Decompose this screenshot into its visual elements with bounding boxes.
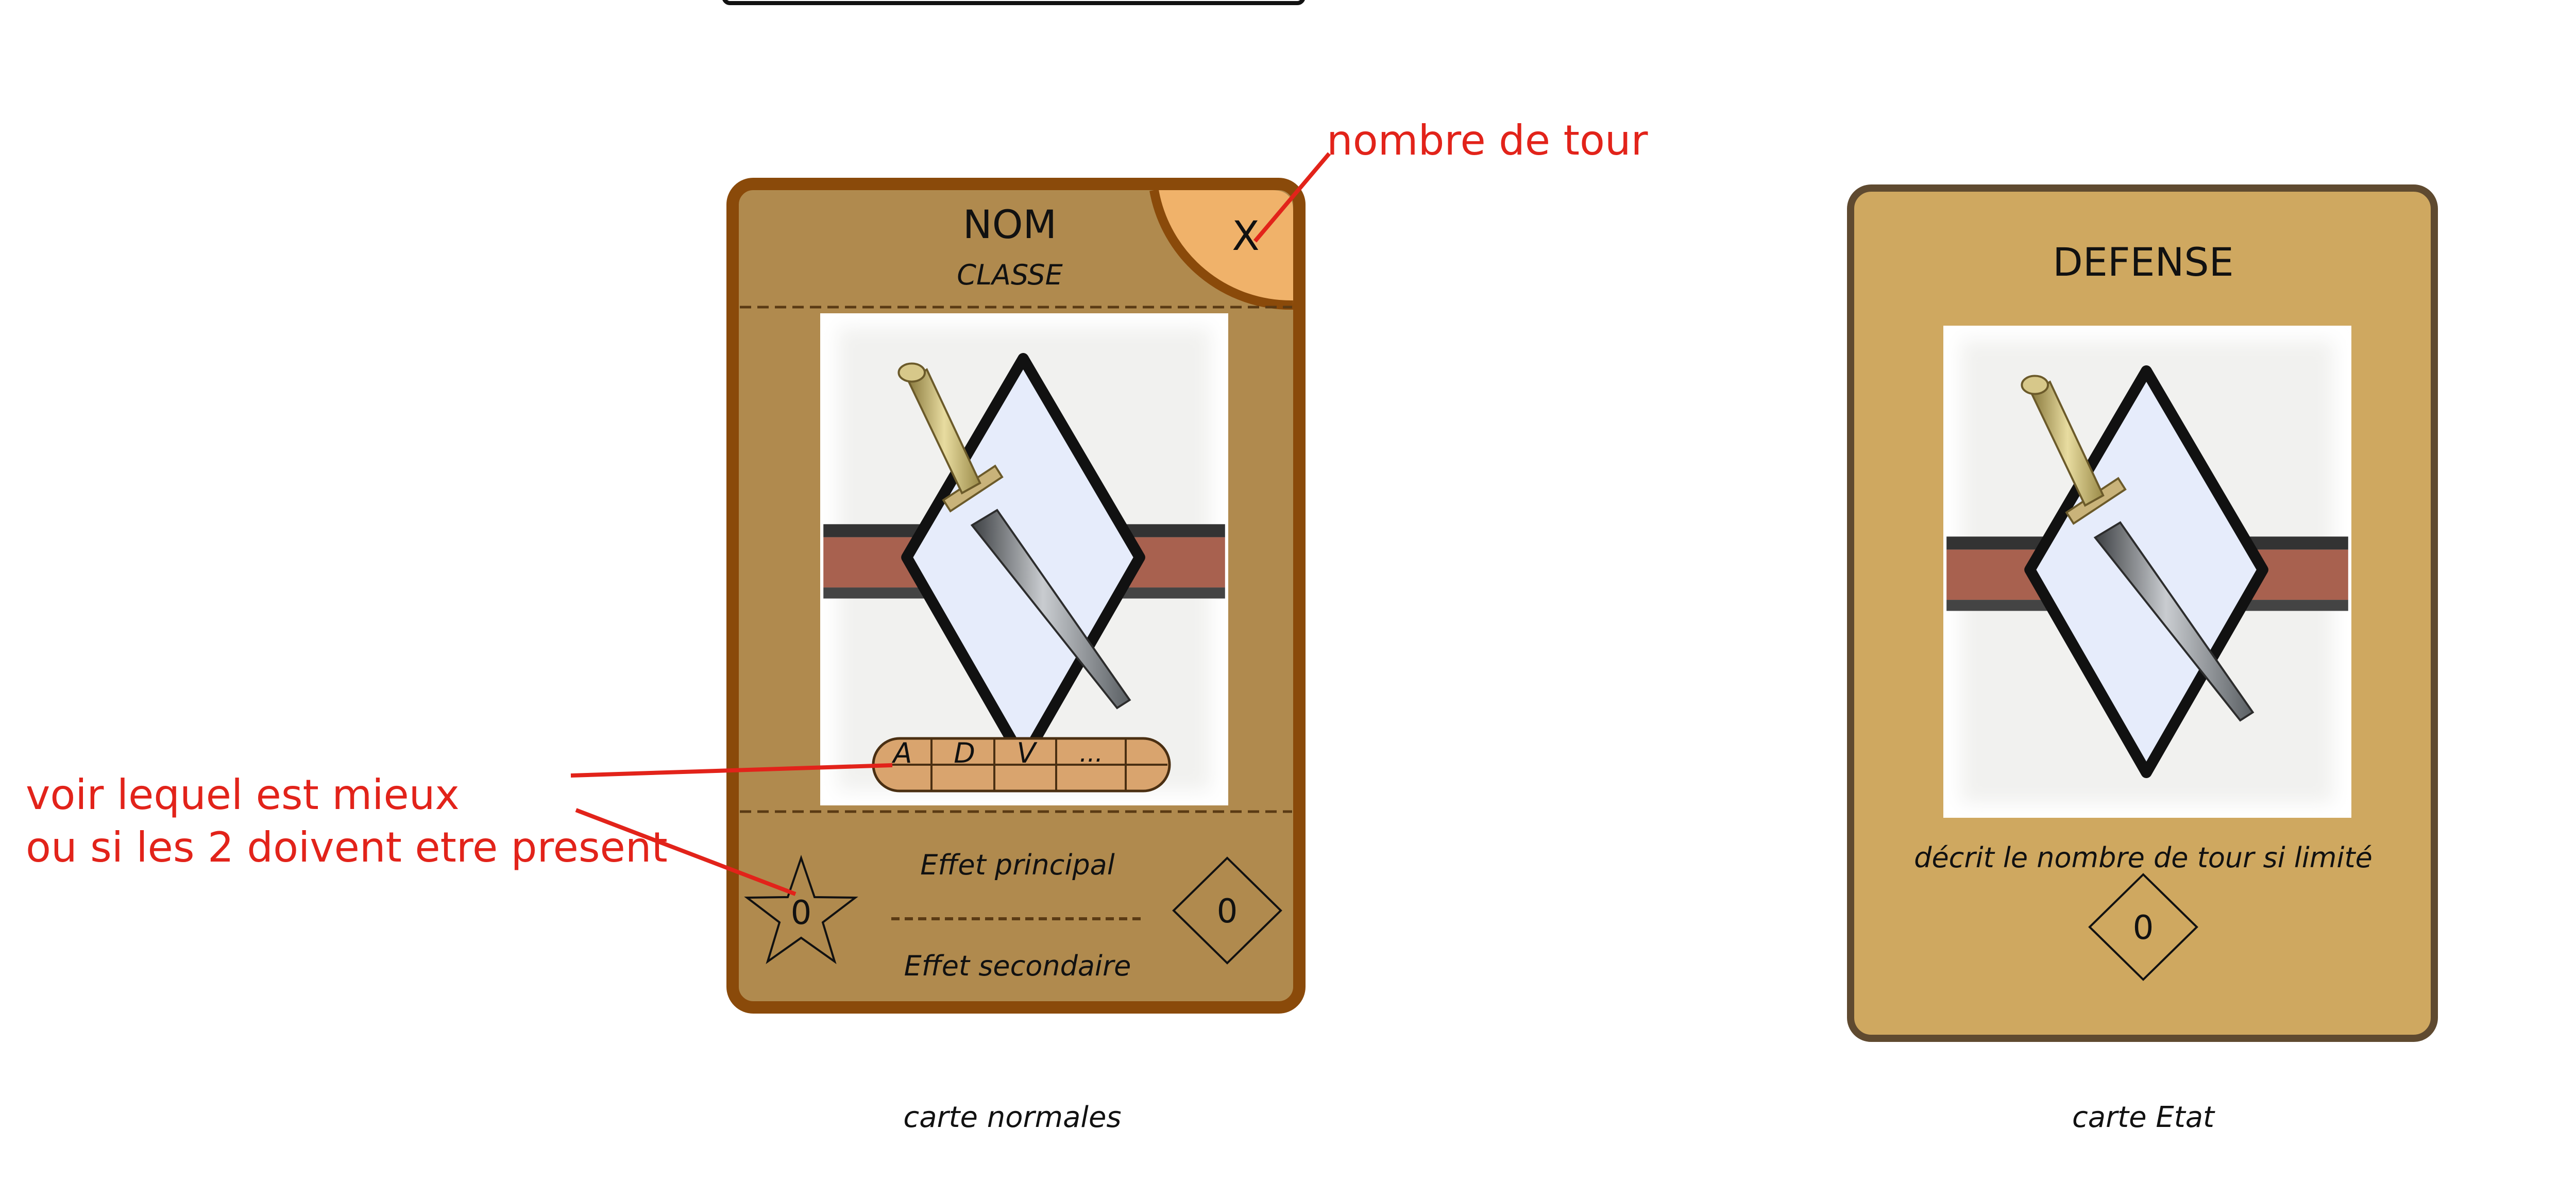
secondary-effect: Effet secondaire: [904, 950, 1131, 982]
stat-label-more: ...: [1079, 739, 1103, 768]
state-card-description: décrit le nombre de tour si limité: [1914, 841, 2372, 874]
state-card-artwork: [1943, 326, 2351, 818]
stat-label-d: D: [954, 737, 975, 769]
state-card: DEFENSE décrit le nombre de tour si limi…: [1847, 184, 2438, 1042]
card-name: NOM: [963, 201, 1057, 247]
stats-bar: A D V ...: [872, 737, 1171, 793]
card-layout-diagram: X NOM CLASSE A D V ... 0 Effet principal…: [26, 0, 2438, 1134]
turn-count-value: X: [1232, 213, 1259, 260]
stat-label-a: A: [892, 737, 912, 769]
annotation-turn-count: nombre de tour: [1253, 116, 1648, 243]
state-diamond-value: 0: [2133, 909, 2154, 947]
state-card-caption: carte Etat: [2072, 1101, 2215, 1134]
normal-card-caption: carte normales: [903, 1101, 1121, 1134]
card-artwork: [820, 313, 1228, 805]
cropped-frame-top: [722, 0, 1305, 5]
diamond-value: 0: [1217, 892, 1238, 931]
card-class: CLASSE: [957, 259, 1063, 291]
annotation-turn-count-text: nombre de tour: [1327, 116, 1648, 164]
annotation-compare-line2: ou si les 2 doivent etre present: [26, 823, 668, 871]
star-value: 0: [791, 894, 812, 932]
stat-label-v: V: [1017, 737, 1038, 769]
main-effect: Effet principal: [920, 849, 1114, 881]
annotation-compare-line1: voir lequel est mieux: [26, 771, 460, 819]
state-card-title: DEFENSE: [2053, 239, 2233, 285]
normal-card: X NOM CLASSE A D V ... 0 Effet principal…: [726, 178, 1306, 1014]
